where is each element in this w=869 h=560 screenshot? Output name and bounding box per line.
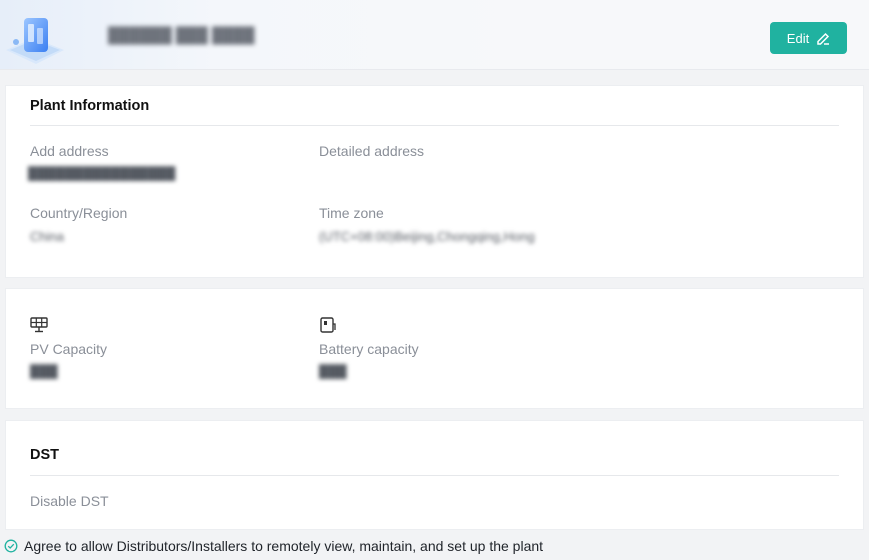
capacity-card: PV Capacity ███ Battery capacity ███ bbox=[5, 288, 864, 409]
divider bbox=[30, 475, 839, 476]
edit-button[interactable]: Edit bbox=[770, 22, 847, 54]
country-value: China bbox=[30, 229, 64, 244]
timezone-label: Time zone bbox=[319, 205, 384, 221]
pv-capacity-value: ███ bbox=[30, 364, 58, 379]
dst-card: DST Disable DST bbox=[5, 420, 864, 530]
edit-button-label: Edit bbox=[786, 30, 810, 46]
country-label: Country/Region bbox=[30, 205, 128, 221]
battery-capacity-value: ███ bbox=[319, 364, 347, 379]
remote-access-agreement: Agree to allow Distributors/Installers t… bbox=[4, 538, 543, 554]
battery-capacity-label: Battery capacity bbox=[319, 341, 419, 357]
battery-icon bbox=[320, 317, 336, 333]
solar-panel-icon bbox=[30, 317, 48, 333]
dst-status: Disable DST bbox=[30, 493, 109, 509]
plant-logo-icon bbox=[6, 18, 64, 64]
agreement-text: Agree to allow Distributors/Installers t… bbox=[24, 538, 544, 554]
plant-name: ██████ ███ ████ bbox=[108, 27, 255, 44]
pencil-icon bbox=[817, 32, 830, 45]
plant-header: ██████ ███ ████ Edit bbox=[0, 0, 869, 70]
plant-information-title: Plant Information bbox=[30, 98, 150, 114]
check-circle-icon bbox=[4, 539, 18, 553]
pv-capacity-label: PV Capacity bbox=[30, 341, 108, 357]
plant-information-card: Plant Information Add address ██████████… bbox=[5, 85, 864, 278]
divider bbox=[30, 125, 839, 126]
detailed-address-label: Detailed address bbox=[319, 143, 425, 159]
add-address-value: ████████████████ bbox=[28, 166, 176, 181]
dst-title: DST bbox=[30, 447, 59, 463]
timezone-value: (UTC+08:00)Beijing,Chongqing,Hong bbox=[319, 229, 535, 244]
add-address-label: Add address bbox=[30, 143, 109, 159]
